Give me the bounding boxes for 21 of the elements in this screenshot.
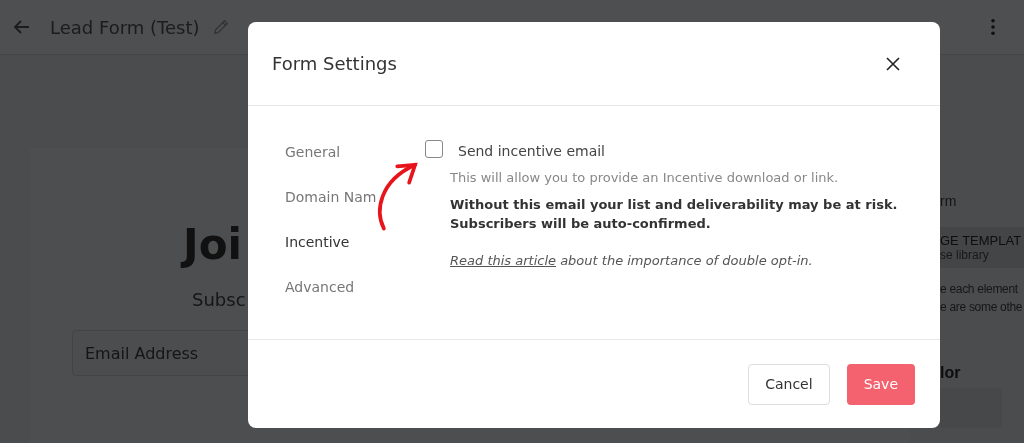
more-menu-icon[interactable] bbox=[990, 18, 996, 36]
dialog-title: Form Settings bbox=[272, 53, 397, 74]
cancel-button[interactable]: Cancel bbox=[748, 363, 830, 405]
nav-item[interactable]: Advanced bbox=[285, 278, 355, 296]
description-text: This will allow you to provide an Incentive download or link. bbox=[450, 170, 840, 185]
panel-text: rm bbox=[940, 192, 957, 209]
close-icon[interactable] bbox=[886, 56, 900, 71]
warning-text: Without this email your list and deliverability may be at risk. Subscribers will be auto-confirmed. bbox=[450, 196, 898, 233]
save-button[interactable]: Save bbox=[846, 363, 915, 405]
checkbox[interactable] bbox=[425, 140, 443, 158]
email-placeholder: Email Address bbox=[85, 343, 199, 363]
nav-item[interactable]: General bbox=[285, 143, 341, 161]
nav-item[interactable]: Incentive bbox=[285, 233, 350, 251]
form-subheading: Subsc bbox=[192, 289, 246, 310]
nav-item[interactable]: Domain Nam bbox=[285, 188, 377, 206]
color-field[interactable] bbox=[940, 388, 1002, 428]
article-link[interactable]: Read this article bbox=[450, 253, 556, 268]
pencil-icon[interactable] bbox=[211, 18, 230, 36]
checkbox-label[interactable]: Send incentive email bbox=[458, 143, 605, 159]
color-label: lor bbox=[940, 364, 961, 382]
note-text: Read this article about the importance of double opt-in. bbox=[450, 253, 814, 268]
